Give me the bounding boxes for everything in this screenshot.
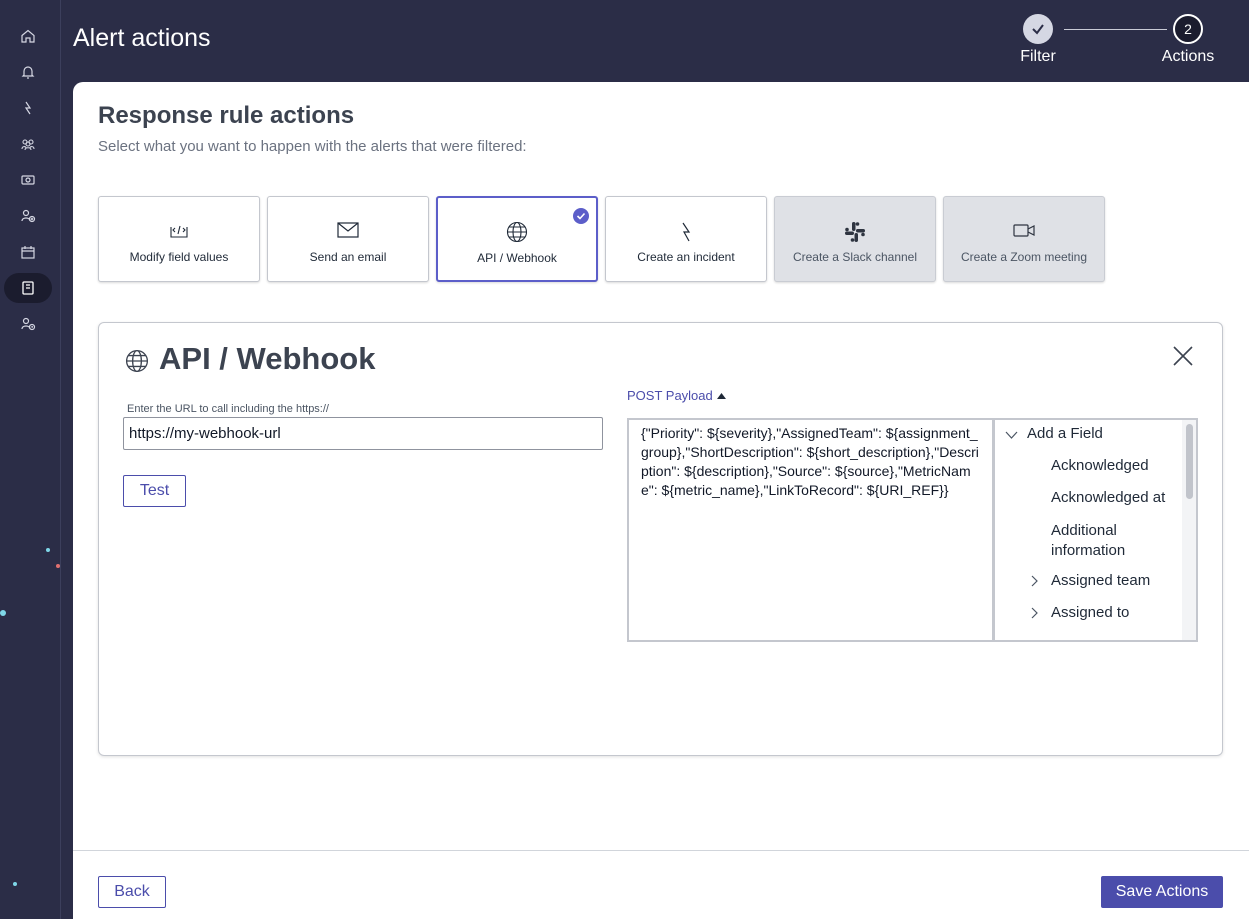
nav-users[interactable] <box>4 201 52 231</box>
field-tree-root[interactable]: Add a Field <box>1027 425 1103 442</box>
bell-icon <box>21 66 35 79</box>
nav-incidents[interactable] <box>4 93 52 123</box>
action-card-label: Modify field values <box>129 250 229 264</box>
back-button[interactable]: Back <box>98 876 166 908</box>
page-title: Alert actions <box>73 24 211 52</box>
ticket-icon <box>21 175 35 185</box>
email-icon <box>337 222 359 238</box>
field-item[interactable]: Assigned to <box>1051 604 1129 621</box>
field-item[interactable]: Acknowledged <box>1051 457 1149 474</box>
nav-home[interactable] <box>4 21 52 51</box>
video-icon <box>1013 224 1035 237</box>
globe-icon <box>125 349 149 378</box>
payload-toggle[interactable]: POST Payload <box>627 388 726 403</box>
payload-textarea[interactable]: {"Priority": ${severity},"AssignedTeam":… <box>627 418 993 642</box>
test-button[interactable]: Test <box>123 475 186 507</box>
left-nav <box>0 0 61 919</box>
user-clock-icon <box>21 317 36 331</box>
nav-alerts[interactable] <box>4 57 52 87</box>
nav-tickets[interactable] <box>4 165 52 195</box>
decorative-dot <box>56 564 60 568</box>
section-heading: Response rule actions <box>98 102 355 129</box>
field-item[interactable]: Acknowledged at <box>1051 489 1165 506</box>
url-input[interactable] <box>123 417 603 450</box>
payload-toggle-label: POST Payload <box>627 388 713 403</box>
action-card-zoom-meeting: Create a Zoom meeting <box>943 196 1105 282</box>
step-actions[interactable]: 2 Actions <box>1158 14 1218 66</box>
step-label: Actions <box>1161 48 1215 65</box>
step-filter[interactable]: Filter <box>1017 14 1059 66</box>
slack-icon <box>845 222 865 242</box>
globe-icon <box>506 221 528 243</box>
nav-rules[interactable] <box>4 273 52 303</box>
chevron-right-icon[interactable] <box>1031 607 1038 619</box>
incident-icon <box>682 222 691 242</box>
calendar-icon <box>21 246 35 259</box>
home-icon <box>21 29 35 43</box>
nav-on-call[interactable] <box>4 309 52 339</box>
section-subheading: Select what you want to happen with the … <box>98 138 527 155</box>
page-header: Alert actions Filter 2 Actions <box>61 0 1249 80</box>
check-icon <box>1023 14 1053 44</box>
lightning-icon <box>24 101 32 115</box>
main-panel: Response rule actions Select what you wa… <box>73 82 1249 919</box>
nav-teams[interactable] <box>4 129 52 159</box>
user-add-icon <box>21 209 36 223</box>
stepper-connector <box>1064 29 1167 30</box>
action-card-modify-fields[interactable]: Modify field values <box>98 196 260 282</box>
url-field-label: Enter the URL to call including the http… <box>127 403 329 415</box>
save-actions-button[interactable]: Save Actions <box>1101 876 1223 908</box>
decorative-dot <box>46 548 50 552</box>
action-card-label: API / Webhook <box>477 251 557 265</box>
field-item[interactable]: Additional information <box>1051 521 1171 561</box>
webhook-title: API / Webhook <box>159 341 376 376</box>
action-card-label: Create a Zoom meeting <box>960 250 1088 264</box>
field-item[interactable]: Assigned team <box>1051 572 1150 589</box>
caret-up-icon <box>716 392 726 399</box>
action-card-slack-channel: Create a Slack channel <box>774 196 936 282</box>
action-card-create-incident[interactable]: Create an incident <box>605 196 767 282</box>
decorative-dot <box>0 610 6 616</box>
step-label: Filter <box>1020 48 1056 65</box>
chevron-right-icon[interactable] <box>1031 575 1038 587</box>
action-card-send-email[interactable]: Send an email <box>267 196 429 282</box>
webhook-config-panel: API / Webhook Enter the URL to call incl… <box>98 322 1223 756</box>
action-card-label: Send an email <box>309 250 387 264</box>
action-card-label: Create an incident <box>637 250 735 264</box>
decorative-dot <box>13 882 17 886</box>
field-picker: Add a Field Acknowledged Acknowledged at… <box>993 418 1198 642</box>
footer-divider <box>73 850 1249 851</box>
code-icon <box>170 225 188 238</box>
chevron-down-icon[interactable] <box>1005 431 1018 439</box>
close-icon[interactable] <box>1172 345 1194 367</box>
group-icon <box>21 139 35 151</box>
nav-schedules[interactable] <box>4 237 52 267</box>
step-number: 2 <box>1173 14 1203 44</box>
action-card-api-webhook[interactable]: API / Webhook <box>436 196 598 282</box>
action-card-label: Create a Slack channel <box>792 250 918 264</box>
scrollbar-thumb[interactable] <box>1186 424 1193 499</box>
book-icon <box>22 281 34 295</box>
